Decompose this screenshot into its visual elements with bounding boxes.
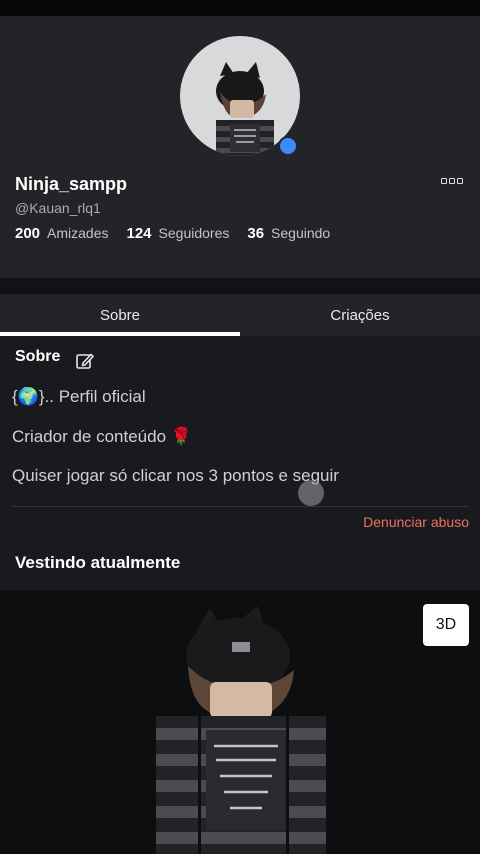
stat-friends-label: Amizades	[47, 225, 109, 241]
stat-followers-count: 124	[126, 225, 152, 242]
touch-indicator	[298, 480, 324, 506]
stat-followers[interactable]: 124 Seguidores	[127, 225, 230, 242]
bio-line: {🌍}.. Perfil oficial	[12, 387, 146, 406]
avatar-3d-viewer[interactable]: 3D	[0, 590, 480, 854]
display-name: Ninja_sampp	[15, 174, 128, 194]
stat-followers-label: Seguidores	[158, 225, 230, 241]
profile-header: Ninja_sampp @Kauan_rlq1 200 Amizades 124…	[0, 16, 480, 278]
status-bar	[0, 0, 480, 16]
online-status-indicator	[278, 136, 298, 156]
bio-line: Quiser jogar só clicar nos 3 pontos e se…	[12, 466, 339, 485]
currently-wearing-title: Vestindo atualmente	[15, 553, 181, 572]
username: @Kauan_rlq1	[15, 200, 101, 216]
bio-line: Criador de conteúdo 🌹	[12, 427, 192, 446]
view-3d-button[interactable]: 3D	[423, 604, 469, 646]
stat-friends-count: 200	[15, 225, 41, 242]
tab-about[interactable]: Sobre	[0, 294, 240, 336]
stat-friends[interactable]: 200 Amizades	[15, 225, 109, 242]
more-options-icon	[449, 178, 455, 184]
edit-icon[interactable]	[75, 351, 95, 371]
profile-tabs: Sobre Criações	[0, 294, 480, 336]
report-abuse-link[interactable]: Denunciar abuso	[363, 514, 469, 530]
stat-following-label: Seguindo	[271, 225, 331, 241]
about-section: Sobre {🌍}.. Perfil oficial Criador de co…	[0, 336, 480, 590]
more-options-icon	[457, 178, 463, 184]
about-title: Sobre	[15, 348, 61, 365]
section-gap	[0, 278, 480, 294]
avatar-full-body-image	[156, 606, 326, 854]
stat-following[interactable]: 36 Seguindo	[247, 225, 330, 242]
profile-stats: 200 Amizades 124 Seguidores 36 Seguindo	[15, 225, 348, 242]
tab-creations[interactable]: Criações	[240, 294, 480, 336]
divider	[12, 506, 469, 507]
stat-following-count: 36	[247, 225, 265, 242]
more-options-button[interactable]	[440, 174, 464, 188]
more-options-icon	[441, 178, 447, 184]
